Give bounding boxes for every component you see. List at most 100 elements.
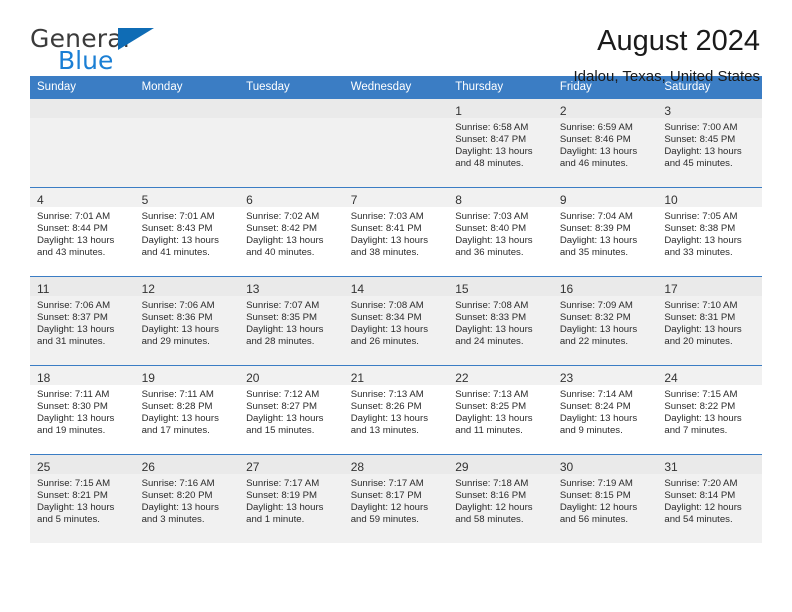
day-details: Sunrise: 7:13 AM Sunset: 8:25 PM Daylight:…: [448, 385, 553, 437]
calendar-day-cell[interactable]: 22 Sunrise: 7:13 AM Sunset: 8:25 PM Dayligh…: [448, 365, 553, 455]
calendar-day-cell[interactable]: 10 Sunrise: 7:05 AM Sunset: 8:38 PM Dayligh…: [657, 187, 762, 277]
sunrise-time: Sunrise: 7:14 AM: [559, 389, 633, 400]
general-blue-logo[interactable]: General Blue: [30, 26, 155, 74]
calendar-day-cell[interactable]: 3 Sunrise: 7:00 AM Sunset: 8:45 PM Daylight…: [657, 99, 762, 188]
sunset-time: Sunset: 8:40 PM: [455, 222, 527, 234]
calendar-week-row: 4 Sunrise: 7:01 AM Sunset: 8:44 PM Daylight…: [30, 187, 762, 277]
calendar-day-cell[interactable]: 19 Sunrise: 7:11 AM Sunset: 8:28 PM Dayligh…: [134, 365, 240, 455]
calendar-day-cell[interactable]: 16 Sunrise: 7:09 AM Sunset: 8:32 PM Dayligh…: [552, 276, 658, 366]
daylight-duration-line2: and 26 minutes.: [350, 335, 419, 347]
day-number: 29: [455, 460, 469, 474]
calendar-day-cell[interactable]: 1 Sunrise: 6:58 AM Sunset: 8:47 PM Daylight…: [448, 99, 553, 188]
calendar-day-cell: [134, 99, 240, 188]
calendar-day-cell[interactable]: 26 Sunrise: 7:16 AM Sunset: 8:20 PM Dayligh…: [134, 454, 240, 543]
daylight-duration-line1: Daylight: 13 hours: [37, 234, 115, 246]
sunrise-time: Sunrise: 7:15 AM: [664, 389, 738, 400]
day-number-bar: 2: [552, 99, 658, 118]
day-details: Sunrise: 7:02 AM Sunset: 8:42 PM Daylight:…: [239, 207, 344, 259]
daylight-duration-line1: Daylight: 13 hours: [37, 323, 115, 335]
sunset-time: Sunset: 8:26 PM: [350, 400, 422, 412]
day-number: 12: [141, 282, 155, 296]
calendar-day-cell[interactable]: 18 Sunrise: 7:11 AM Sunset: 8:30 PM Dayligh…: [30, 365, 135, 455]
calendar-day-cell[interactable]: 15 Sunrise: 7:08 AM Sunset: 8:33 PM Dayligh…: [448, 276, 553, 366]
calendar-day-cell[interactable]: 28 Sunrise: 7:17 AM Sunset: 8:17 PM Dayligh…: [343, 454, 449, 543]
calendar-day-cell[interactable]: 24 Sunrise: 7:15 AM Sunset: 8:22 PM Dayligh…: [657, 365, 762, 455]
daylight-duration-line2: and 24 minutes.: [455, 335, 524, 347]
calendar-day-cell[interactable]: 5 Sunrise: 7:01 AM Sunset: 8:43 PM Daylight…: [134, 187, 240, 277]
calendar-day-cell[interactable]: 6 Sunrise: 7:02 AM Sunset: 8:42 PM Daylight…: [239, 187, 344, 277]
daylight-duration-line2: and 11 minutes.: [455, 424, 523, 436]
day-number-bar: 20: [239, 366, 344, 385]
daylight-duration-line2: and 20 minutes.: [664, 335, 733, 347]
day-details: Sunrise: 7:03 AM Sunset: 8:41 PM Daylight:…: [344, 207, 449, 259]
page-header: General Blue August 2024 Idalou, Texas, …: [30, 0, 762, 86]
daylight-duration-line1: Daylight: 13 hours: [664, 412, 742, 424]
daylight-duration-line1: Daylight: 13 hours: [559, 412, 638, 424]
daylight-duration-line1: Daylight: 13 hours: [37, 501, 115, 513]
calendar-day-cell[interactable]: 13 Sunrise: 7:07 AM Sunset: 8:35 PM Dayligh…: [239, 276, 344, 366]
day-number: 8: [455, 193, 462, 207]
calendar-day-cell[interactable]: 20 Sunrise: 7:12 AM Sunset: 8:27 PM Dayligh…: [239, 365, 344, 455]
sunrise-time: Sunrise: 7:08 AM: [455, 300, 529, 311]
day-details: Sunrise: 7:11 AM Sunset: 8:28 PM Daylight:…: [135, 385, 240, 437]
daylight-duration-line2: and 54 minutes.: [664, 513, 733, 525]
day-number-bar: 9: [552, 188, 658, 207]
calendar-day-cell[interactable]: 7 Sunrise: 7:03 AM Sunset: 8:41 PM Daylight…: [343, 187, 449, 277]
daylight-duration-line1: Daylight: 13 hours: [455, 412, 533, 424]
daylight-duration-line2: and 9 minutes.: [559, 424, 623, 436]
daylight-duration-line1: Daylight: 12 hours: [559, 501, 638, 513]
daylight-duration-line2: and 35 minutes.: [559, 246, 629, 258]
day-details: Sunrise: 7:05 AM Sunset: 8:38 PM Daylight:…: [657, 207, 762, 259]
day-details: Sunrise: 7:08 AM Sunset: 8:33 PM Daylight:…: [448, 296, 553, 348]
sunset-time: Sunset: 8:27 PM: [246, 400, 318, 412]
calendar-body: 1 Sunrise: 6:58 AM Sunset: 8:47 PM Daylight…: [30, 99, 762, 543]
day-number: 24: [664, 371, 678, 385]
day-number: 28: [350, 460, 365, 474]
calendar-day-cell[interactable]: 25 Sunrise: 7:15 AM Sunset: 8:21 PM Dayligh…: [30, 454, 135, 543]
sunset-time: Sunset: 8:38 PM: [664, 222, 736, 234]
sunset-time: Sunset: 8:28 PM: [141, 400, 213, 412]
calendar-day-cell[interactable]: 9 Sunrise: 7:04 AM Sunset: 8:39 PM Daylight…: [552, 187, 658, 277]
daylight-duration-line1: Daylight: 13 hours: [141, 501, 219, 513]
day-details: Sunrise: 7:07 AM Sunset: 8:35 PM Daylight:…: [239, 296, 344, 348]
calendar-day-cell[interactable]: 23 Sunrise: 7:14 AM Sunset: 8:24 PM Dayligh…: [552, 365, 658, 455]
calendar-day-cell: [343, 99, 449, 188]
day-number-bar: 3: [657, 99, 762, 118]
calendar-day-cell[interactable]: 2 Sunrise: 6:59 AM Sunset: 8:46 PM Daylight…: [552, 99, 658, 188]
calendar-day-cell[interactable]: 17 Sunrise: 7:10 AM Sunset: 8:31 PM Dayligh…: [657, 276, 762, 366]
daylight-duration-line2: and 1 minute.: [246, 513, 305, 525]
daylight-duration-line1: Daylight: 12 hours: [350, 501, 429, 513]
sunset-time: Sunset: 8:37 PM: [37, 311, 108, 323]
day-details: Sunrise: 7:00 AM Sunset: 8:45 PM Daylight:…: [657, 118, 762, 170]
day-number-bar: 23: [552, 366, 658, 385]
calendar-day-cell[interactable]: 21 Sunrise: 7:13 AM Sunset: 8:26 PM Dayligh…: [343, 365, 449, 455]
sunrise-time: Sunrise: 7:15 AM: [37, 478, 111, 489]
sunrise-time: Sunrise: 7:07 AM: [246, 300, 320, 311]
day-number-bar: 26: [134, 455, 240, 474]
calendar-day-cell[interactable]: 8 Sunrise: 7:03 AM Sunset: 8:40 PM Daylight…: [448, 187, 553, 277]
daylight-duration-line1: Daylight: 12 hours: [664, 501, 742, 513]
day-number: 26: [141, 460, 155, 474]
calendar-day-cell[interactable]: 31 Sunrise: 7:20 AM Sunset: 8:14 PM Dayligh…: [657, 454, 762, 543]
day-number: 4: [37, 193, 44, 207]
day-number-bar: 8: [448, 188, 553, 207]
calendar-day-cell[interactable]: 11 Sunrise: 7:06 AM Sunset: 8:37 PM Dayligh…: [30, 276, 135, 366]
day-number-bar: 12: [134, 277, 240, 296]
calendar-day-cell[interactable]: 27 Sunrise: 7:17 AM Sunset: 8:19 PM Dayligh…: [239, 454, 344, 543]
day-number-bar: 18: [30, 366, 135, 385]
day-number-bar: [134, 99, 240, 118]
calendar-day-cell[interactable]: 30 Sunrise: 7:19 AM Sunset: 8:15 PM Dayligh…: [552, 454, 658, 543]
weekday-header-thursday: Thursday: [448, 76, 553, 99]
sunrise-time: Sunrise: 7:01 AM: [37, 211, 111, 222]
day-number: 14: [350, 282, 365, 296]
sunset-time: Sunset: 8:36 PM: [141, 311, 213, 323]
sunset-time: Sunset: 8:16 PM: [455, 489, 527, 501]
sunrise-time: Sunrise: 7:02 AM: [246, 211, 320, 222]
calendar-day-cell[interactable]: 4 Sunrise: 7:01 AM Sunset: 8:44 PM Daylight…: [30, 187, 135, 277]
calendar-day-cell[interactable]: 12 Sunrise: 7:06 AM Sunset: 8:36 PM Dayligh…: [134, 276, 240, 366]
day-details: Sunrise: 7:06 AM Sunset: 8:37 PM Daylight:…: [30, 296, 135, 348]
calendar-day-cell[interactable]: 29 Sunrise: 7:18 AM Sunset: 8:16 PM Dayligh…: [448, 454, 553, 543]
day-number-bar: 19: [134, 366, 240, 385]
calendar-day-cell[interactable]: 14 Sunrise: 7:08 AM Sunset: 8:34 PM Dayligh…: [343, 276, 449, 366]
daylight-duration-line1: Daylight: 13 hours: [559, 234, 638, 246]
